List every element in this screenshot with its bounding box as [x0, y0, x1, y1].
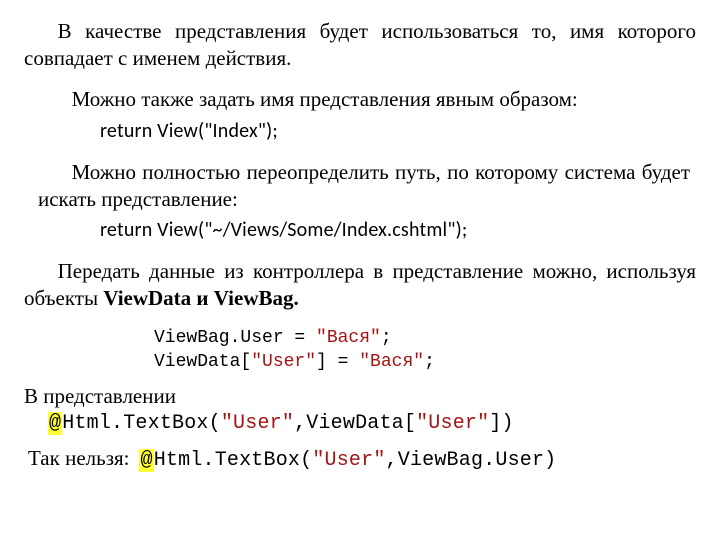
paragraph-intro: В качестве представления будет использов… [24, 18, 696, 72]
viewbag-semicolon: ; [381, 328, 392, 348]
rep-arg2: "User" [416, 412, 489, 435]
bad-func-open: Html.TextBox( [154, 449, 313, 472]
viewdata-value: "Вася" [359, 352, 424, 372]
viewbag-viewdata-block: ViewBag.User = "Вася"; ViewData["User"] … [154, 326, 696, 375]
rep-mid: ,ViewData[ [294, 412, 416, 435]
bad-rest: ,ViewBag.User) [386, 449, 557, 472]
at-highlight: @ [48, 412, 62, 435]
viewdata-semicolon: ; [424, 352, 435, 372]
paragraph-explicit-name: Можно также задать имя представления явн… [38, 86, 690, 113]
bad-label: Так нельзя: [28, 445, 129, 472]
representation-code: @Html.TextBox("User",ViewData["User"]) [48, 412, 696, 435]
viewdata-key: "User" [251, 352, 316, 372]
viewdata-mid: ] = [316, 352, 359, 372]
pass-data-bold: ViewData и ViewBag. [103, 286, 298, 310]
bad-at-highlight: @ [139, 449, 153, 472]
rep-close: ]) [489, 412, 513, 435]
viewbag-prefix: ViewBag.User = [154, 328, 316, 348]
viewbag-line: ViewBag.User = "Вася"; [154, 326, 696, 350]
code-return-view-index: return View("Index"); [100, 119, 690, 143]
paragraph-pass-data: Передать данные из контроллера в предста… [24, 258, 696, 312]
viewdata-line: ViewData["User"] = "Вася"; [154, 350, 696, 374]
bad-arg1: "User" [312, 449, 385, 472]
rep-func-open: Html.TextBox( [62, 412, 221, 435]
bad-code: @Html.TextBox("User",ViewBag.User) [139, 449, 556, 472]
viewbag-string: "Вася" [316, 328, 381, 348]
viewdata-prefix: ViewData[ [154, 352, 251, 372]
representation-label: В представлении [24, 383, 696, 410]
rep-arg1: "User" [221, 412, 294, 435]
paragraph-override-path: Можно полностью переопределить путь, по … [38, 159, 690, 213]
code-return-view-path: return View("~/Views/Some/Index.cshtml")… [100, 218, 690, 242]
